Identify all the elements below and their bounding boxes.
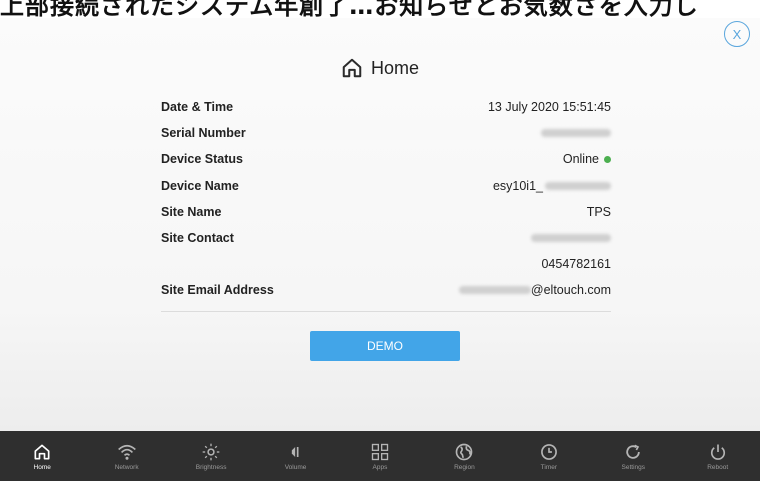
table-row: 0454782161 bbox=[161, 251, 611, 277]
date-time-value: 13 July 2020 15:51:45 bbox=[487, 100, 611, 115]
home-icon bbox=[34, 444, 50, 459]
nav-item-brightness[interactable]: Brightness bbox=[169, 431, 253, 481]
nav-item-network[interactable]: Network bbox=[84, 431, 168, 481]
table-row: Site Contact bbox=[161, 225, 611, 251]
table-row: Device Status Online bbox=[161, 146, 611, 172]
bottom-navigation-bar: Home Network Brightness Volume Apps Regi… bbox=[0, 431, 760, 481]
device-status-value: Online bbox=[563, 152, 611, 166]
nav-label: Network bbox=[114, 463, 139, 471]
device-name-value: esy10i1_ bbox=[493, 179, 611, 193]
divider bbox=[161, 311, 611, 312]
settings-icon bbox=[626, 444, 641, 459]
nav-item-apps[interactable]: Apps bbox=[338, 431, 422, 481]
site-contact-value bbox=[531, 234, 611, 243]
nav-label: Reboot bbox=[707, 463, 729, 471]
serial-number-label: Serial Number bbox=[161, 126, 246, 141]
nav-label: Volume bbox=[284, 463, 307, 471]
serial-number-value bbox=[541, 129, 611, 138]
nav-item-timer[interactable]: Timer bbox=[507, 431, 591, 481]
table-row: Site Email Address @eltouch.com bbox=[161, 277, 611, 303]
site-contact-label: Site Contact bbox=[161, 231, 234, 246]
nav-label: Timer bbox=[540, 463, 558, 471]
site-email-domain: @eltouch.com bbox=[530, 283, 611, 298]
demo-button[interactable]: DEMO bbox=[310, 331, 460, 361]
close-button[interactable]: X bbox=[724, 21, 750, 47]
timer-icon bbox=[540, 443, 557, 460]
dialog-title: Home bbox=[370, 57, 419, 78]
device-name-text: esy10i1_ bbox=[492, 178, 543, 193]
device-status-label: Device Status bbox=[161, 152, 243, 167]
device-status-text: Online bbox=[562, 152, 599, 167]
site-name-value: TPS bbox=[586, 204, 611, 219]
brightness-icon bbox=[202, 443, 220, 460]
nav-item-reboot[interactable]: Reboot bbox=[676, 431, 760, 481]
date-time-label: Date & Time bbox=[161, 100, 234, 115]
site-email-value: @eltouch.com bbox=[458, 283, 611, 298]
device-name-label: Device Name bbox=[161, 178, 239, 193]
volume-icon bbox=[291, 446, 299, 457]
online-status-dot bbox=[604, 155, 611, 163]
apps-icon bbox=[371, 443, 389, 460]
wifi-icon bbox=[117, 444, 136, 460]
table-row: Date & Time 13 July 2020 15:51:45 bbox=[161, 94, 611, 120]
nav-item-region[interactable]: Region bbox=[422, 431, 506, 481]
table-row: Site Name TPS bbox=[161, 199, 611, 225]
nav-label: Region bbox=[454, 463, 475, 471]
site-email-label: Site Email Address bbox=[161, 283, 274, 298]
nav-label: Apps bbox=[372, 463, 388, 471]
nav-label: Settings bbox=[621, 463, 646, 471]
home-icon bbox=[342, 58, 362, 78]
power-icon bbox=[710, 444, 725, 460]
globe-icon bbox=[456, 443, 473, 460]
nav-label: Home bbox=[33, 463, 51, 471]
dialog-header: Home bbox=[0, 52, 760, 84]
nav-item-settings[interactable]: Settings bbox=[591, 431, 675, 481]
nav-item-home[interactable]: Home bbox=[0, 431, 84, 481]
table-row: Device Name esy10i1_ bbox=[161, 173, 611, 199]
table-row: Serial Number bbox=[161, 120, 611, 146]
nav-item-volume[interactable]: Volume bbox=[253, 431, 337, 481]
site-name-label: Site Name bbox=[161, 204, 222, 219]
site-contact-phone-value: 0454782161 bbox=[541, 257, 611, 272]
nav-label: Brightness bbox=[195, 463, 227, 471]
device-info-table: Date & Time 13 July 2020 15:51:45 Serial… bbox=[161, 94, 611, 304]
